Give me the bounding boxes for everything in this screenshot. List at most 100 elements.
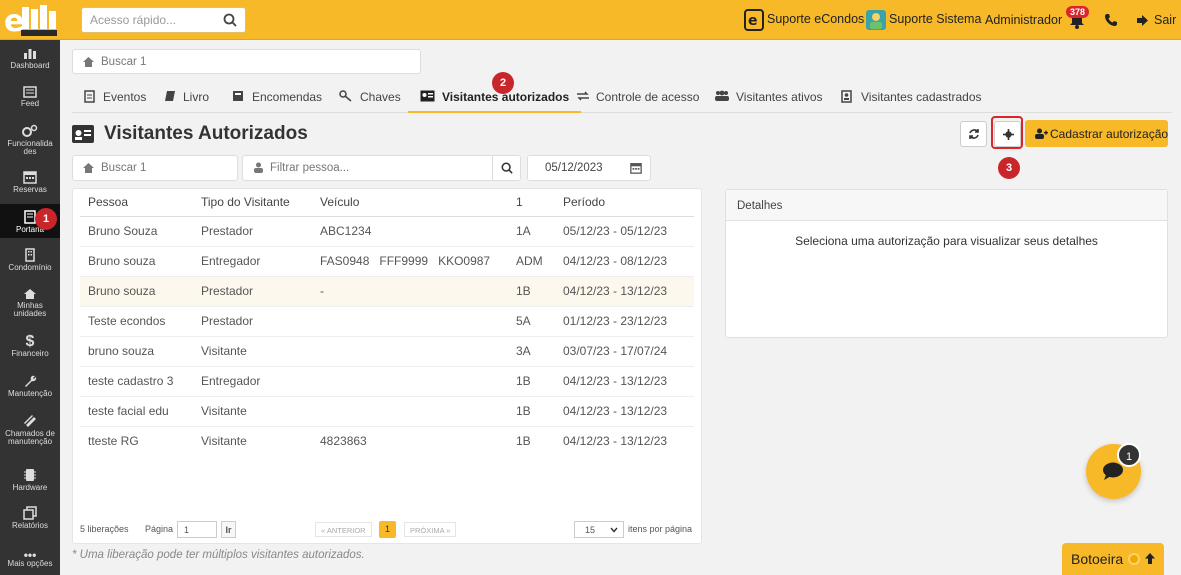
details-empty-message: Seleciona uma autorização para visualiza… [795,234,1098,248]
refresh-button[interactable] [960,121,987,147]
current-page-button[interactable]: 1 [379,521,396,538]
cell-periodo: 04/12/23 - 08/12/23 [555,246,694,277]
sidebar-item-mais-opcoes[interactable]: ••• Mais opções [0,549,60,574]
cell-unidade: 5A [508,306,555,337]
page-label: Página [145,524,174,534]
table-row[interactable]: teste facial edu Visitante 1B 04/12/23 -… [80,396,694,427]
vehicle-plate: FFF9999 [379,254,429,268]
go-button[interactable]: Ir [221,521,236,538]
sidebar-item-hardware[interactable]: Hardware [0,468,60,494]
chat-badge: 1 [1117,443,1141,467]
table-row[interactable]: tteste RG Visitante 4823863 1B 04/12/23 … [80,426,694,456]
table-row[interactable]: Bruno souza Entregador FAS0948 FFF9999 KKO… [80,246,694,277]
key-icon [339,90,352,102]
authorizations-table: Pessoa Tipo do Visitante Veículo 1 Perío… [80,189,694,456]
column-header-periodo[interactable]: Período [555,189,694,217]
logout-link[interactable]: Sair [1154,13,1176,27]
cell-tipo: Prestador [193,276,312,307]
chat-icon [1103,462,1123,480]
next-page-button[interactable]: PRÓXIMA » [404,522,457,537]
user-menu[interactable]: Administrador [985,13,1062,27]
sidebar-item-funcionalidades[interactable]: Funcionalida des [0,124,60,158]
user-icon [254,162,263,173]
condo-search-field[interactable]: Buscar 1 [72,49,421,74]
tab-eventos[interactable]: Eventos [84,80,146,113]
cadastrar-autorizacao-button[interactable]: Cadastrar autorização [1025,120,1168,147]
page-number-input[interactable]: 1 [177,521,217,538]
botoeira-button[interactable]: Botoeira [1062,543,1164,575]
table-row[interactable]: teste cadastro 3 Entregador 1B 04/12/23 … [80,366,694,397]
person-search-button[interactable] [492,156,520,180]
tab-visitantes-cadastrados[interactable]: Visitantes cadastrados [841,80,982,113]
building-icon [25,248,35,262]
table-row-hovered[interactable]: Bruno souza Prestador - 1B 04/12/23 - 13… [80,276,694,307]
search-icon[interactable] [223,13,237,27]
sidebar-item-minhas-unidades[interactable]: Minhas unidades [0,288,60,322]
cell-unidade: 1A [508,216,555,247]
dashboard-icon [24,49,36,59]
table-row[interactable]: bruno souza Visitante 3A 03/07/23 - 17/0… [80,336,694,367]
support-system-icon[interactable] [866,10,886,30]
tab-controle-de-acesso[interactable]: Controle de acesso [576,80,699,113]
column-header-pessoa[interactable]: Pessoa [80,189,193,217]
phone-icon[interactable] [1104,13,1118,27]
step-marker-2: 2 [492,72,514,94]
vehicle-plate: FAS0948 [320,254,370,268]
cell-veiculo: FAS0948 FFF9999 KKO0987 [312,246,508,277]
column-header-tipo[interactable]: Tipo do Visitante [193,189,312,217]
sidebar-item-dashboard[interactable]: Dashboard [0,46,60,76]
per-page-label: itens por página [628,524,693,534]
top-bar: e e Suporte eCondos Suporte Sistema Admi… [0,0,1181,40]
logout-icon[interactable] [1136,14,1150,27]
step-marker-3: 3 [998,157,1020,179]
econdos-support-icon[interactable]: e [744,9,764,31]
calendar-icon [23,171,37,184]
support-system-link[interactable]: Suporte Sistema [889,12,981,26]
person-filter[interactable]: Filtrar pessoa... [242,155,521,181]
table-row[interactable]: Bruno Souza Prestador ABC1234 1A 05/12/2… [80,216,694,247]
per-page-select[interactable]: 15 [574,521,624,538]
cell-periodo: 04/12/23 - 13/12/23 [555,396,694,427]
column-header-unidade[interactable]: 1 [508,189,555,217]
step-marker-1: 1 [35,208,57,230]
cell-veiculo: 4823863 [312,426,508,456]
quick-access-input[interactable] [90,8,220,32]
portaria-tabs: Eventos Livro Encomendas Chaves Visitant… [72,80,1172,113]
buscar-filter[interactable]: Buscar 1 [72,155,238,181]
cell-pessoa: Bruno Souza [80,216,193,247]
sidebar-item-condominio[interactable]: Condomínio [0,248,60,274]
cell-veiculo [312,306,508,337]
cell-unidade: 1B [516,434,531,449]
authorizations-card: Pessoa Tipo do Visitante Veículo 1 Perío… [72,188,702,544]
econdos-logo[interactable]: e [4,3,60,39]
sidebar-item-chamados[interactable]: Chamados de manutenção [0,414,60,454]
table-header-row: Pessoa Tipo do Visitante Veículo 1 Perío… [80,189,694,217]
tab-livro[interactable]: Livro [164,80,209,113]
cell-tipo: Prestador [193,216,312,247]
add-user-icon [1035,128,1048,139]
sidebar-item-financeiro[interactable]: $ Financeiro [0,334,60,360]
tab-chaves[interactable]: Chaves [339,80,401,113]
dollar-icon: $ [25,333,35,350]
previous-page-button[interactable]: « ANTERIOR [315,522,372,537]
cell-periodo: 04/12/23 - 13/12/23 [555,366,694,397]
cell-veiculo: ABC1234 [312,216,508,247]
home-icon [24,289,36,299]
calendar-icon [630,163,642,174]
sidebar-item-manutencao[interactable]: Manutenção [0,374,60,400]
sidebar-item-feed[interactable]: Feed [0,86,60,112]
support-econdos-link[interactable]: Suporte eCondos [767,12,864,26]
exchange-icon [577,91,589,101]
sidebar-item-relatorios[interactable]: Relatórios [0,506,60,532]
quick-access-field[interactable] [81,7,246,33]
page-title: Visitantes Autorizados [104,123,308,144]
sidebar-item-reservas[interactable]: Reservas [0,170,60,196]
table-row[interactable]: Teste econdos Prestador 5A 01/12/23 - 23… [80,306,694,337]
column-header-veiculo[interactable]: Veículo [312,189,508,217]
cell-periodo: 01/12/23 - 23/12/23 [555,306,694,337]
tab-visitantes-ativos[interactable]: Visitantes ativos [714,80,823,113]
date-filter[interactable]: 05/12/2023 [527,155,651,181]
tab-encomendas[interactable]: Encomendas [232,80,322,113]
vehicle-plate: 4823863 [320,434,367,449]
cell-veiculo: - [312,276,508,307]
